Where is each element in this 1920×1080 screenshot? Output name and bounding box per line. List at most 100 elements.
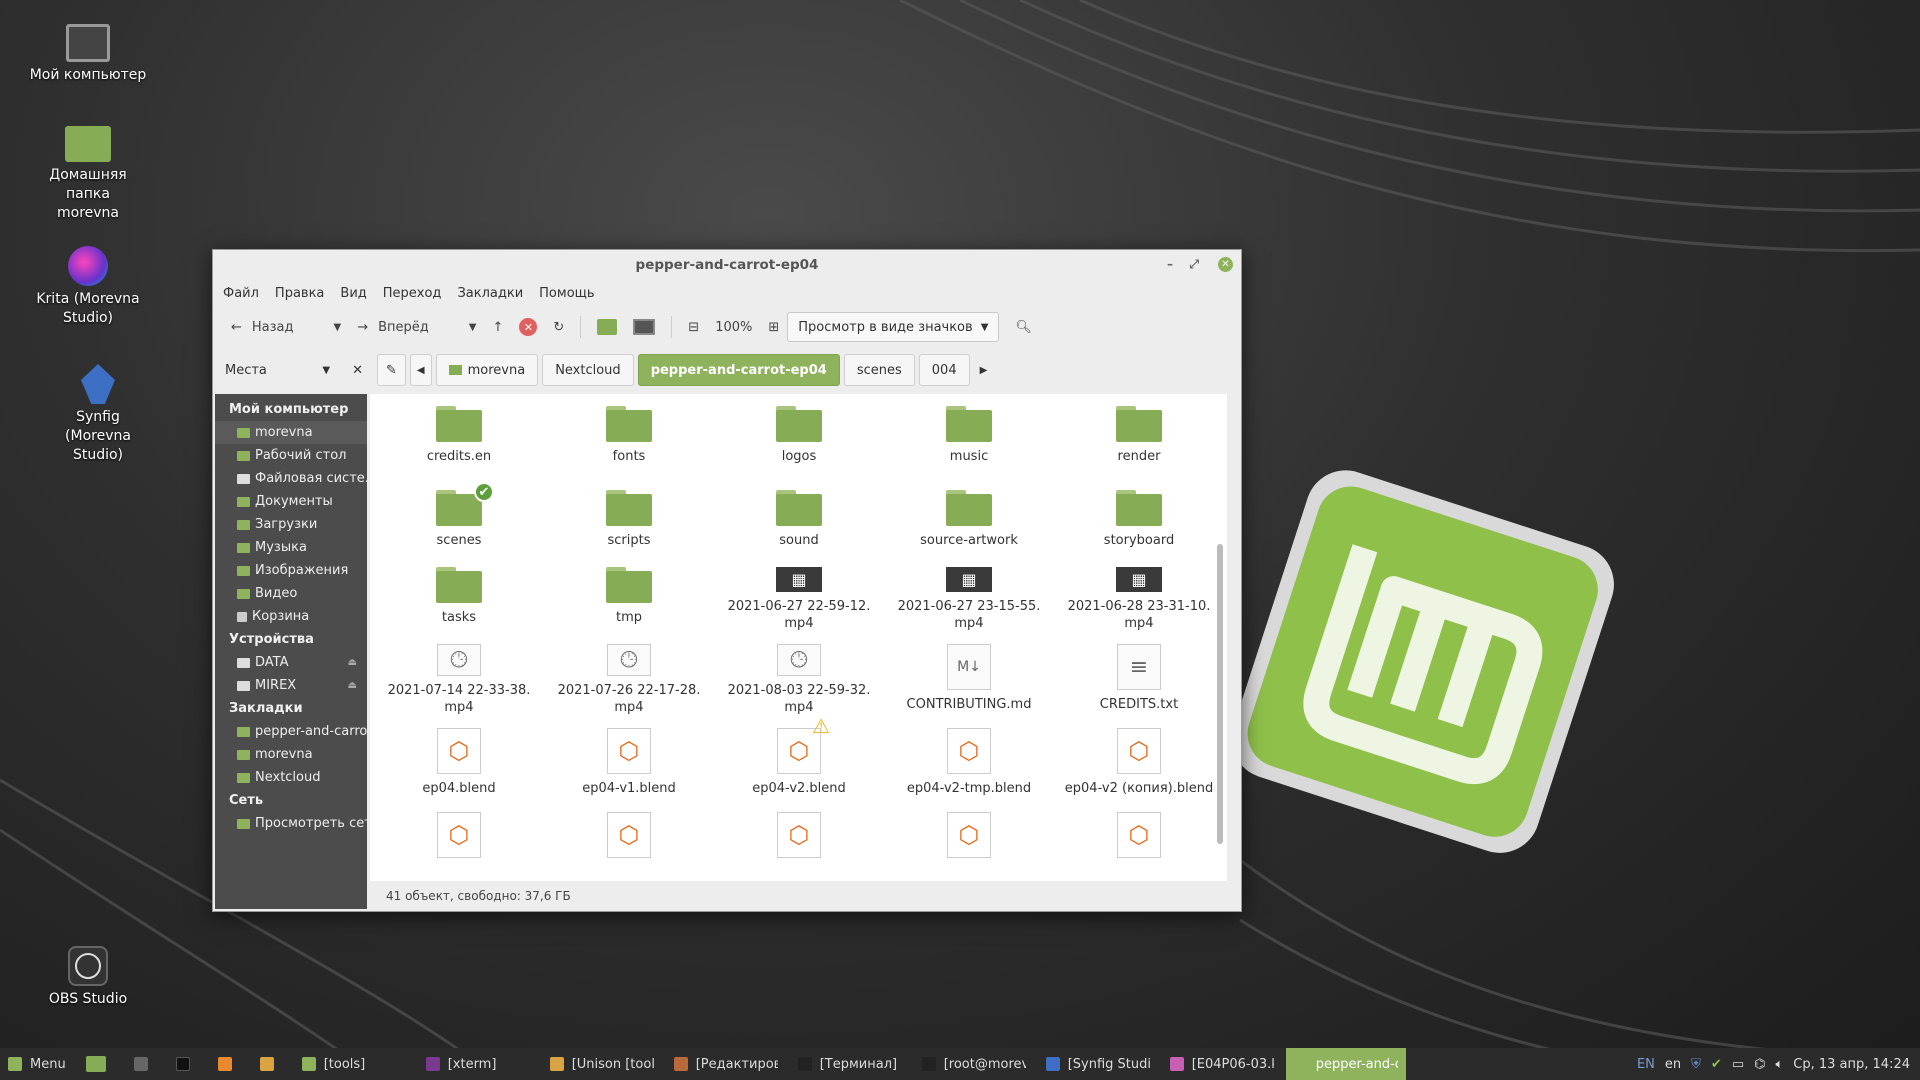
file-item[interactable]: M↓ CONTRIBUTING.md xyxy=(884,632,1054,716)
file-item[interactable]: 🕒︎ 2021-07-14 22-33-38. mp4 xyxy=(374,632,544,716)
file-item[interactable]: ⬡ xyxy=(714,800,884,881)
breadcrumb-004[interactable]: 004 xyxy=(918,354,970,386)
file-item[interactable]: tasks xyxy=(374,555,544,632)
shield-icon[interactable]: ⛨ xyxy=(1691,1057,1701,1072)
zoom-in-button[interactable]: ⊞ xyxy=(760,312,787,342)
launcher-unison[interactable] xyxy=(252,1048,290,1080)
keyboard-layout[interactable]: EN xyxy=(1637,1057,1655,1072)
sidebar-item-bookmark[interactable]: Nextcloud xyxy=(215,766,367,789)
file-item[interactable]: ⬡ xyxy=(374,800,544,881)
scrollbar[interactable] xyxy=(1217,544,1223,844)
file-item[interactable]: 🕒︎ 2021-08-03 22-59-32. mp4 xyxy=(714,632,884,716)
places-dropdown[interactable]: Места ▼ ✕ xyxy=(217,353,371,387)
launcher-terminal[interactable] xyxy=(168,1048,206,1080)
window-titlebar[interactable]: pepper-and-carrot-ep04 – ⤢ ✕ xyxy=(213,250,1241,280)
file-item[interactable]: source-artwork xyxy=(884,478,1054,555)
close-icon[interactable]: ✕ xyxy=(352,363,363,378)
stop-button[interactable]: ✕ xyxy=(511,312,545,342)
desktop-icon-synfig[interactable]: Synfig (Morevna Studio) xyxy=(28,364,168,465)
file-item[interactable]: ⬡ xyxy=(544,800,714,881)
menu-bookmarks[interactable]: Закладки xyxy=(457,286,523,301)
sidebar-item-desktop[interactable]: Рабочий стол xyxy=(215,444,367,467)
keyboard-layout-secondary[interactable]: en xyxy=(1665,1057,1681,1072)
desktop-icon-home[interactable]: Домашняя папка morevna xyxy=(18,126,158,223)
file-item[interactable]: ▦ 2021-06-27 23-15-55. mp4 xyxy=(884,555,1054,632)
sidebar-item-trash[interactable]: Корзина xyxy=(215,605,367,628)
up-button[interactable]: ↑ xyxy=(484,312,511,342)
launcher-app[interactable] xyxy=(210,1048,248,1080)
desktop-icon-computer[interactable]: Мой компьютер xyxy=(18,24,158,85)
breadcrumb-right-button[interactable]: ▶ xyxy=(974,354,994,386)
view-mode-select[interactable]: Просмотр в виде значков ▼ xyxy=(787,312,1000,342)
file-item[interactable]: scripts xyxy=(544,478,714,555)
sidebar-item-pictures[interactable]: Изображения xyxy=(215,559,367,582)
file-item[interactable]: ✔ scenes xyxy=(374,478,544,555)
menu-go[interactable]: Переход xyxy=(383,286,442,301)
launcher-desktop[interactable] xyxy=(126,1048,164,1080)
taskbar-window-button[interactable]: [root@morevnaproj... xyxy=(914,1048,1034,1080)
file-item[interactable]: 🕒︎ 2021-07-26 22-17-28. mp4 xyxy=(544,632,714,716)
taskbar-window-button[interactable]: [Synfig Studio] xyxy=(1038,1048,1158,1080)
file-item[interactable]: ⬡ ep04.blend xyxy=(374,716,544,800)
desktop-icon-krita[interactable]: Krita (Morevna Studio) xyxy=(18,246,158,328)
file-item[interactable]: storyboard xyxy=(1054,478,1224,555)
menu-view[interactable]: Вид xyxy=(340,286,366,301)
taskbar-window-button[interactable]: [xterm] xyxy=(418,1048,538,1080)
taskbar-window-button[interactable]: [Редактировать ст... xyxy=(666,1048,786,1080)
sidebar-item-morevna[interactable]: morevna xyxy=(215,421,367,444)
file-item[interactable]: ▦ 2021-06-28 23-31-10. mp4 xyxy=(1054,555,1224,632)
file-item[interactable]: ⬡ ep04-v1.blend xyxy=(544,716,714,800)
file-item[interactable]: tmp xyxy=(544,555,714,632)
taskbar-window-button[interactable]: [Unison [tools]] xyxy=(542,1048,662,1080)
file-item[interactable]: sound xyxy=(714,478,884,555)
sidebar-item-filesystem[interactable]: Файловая систе... xyxy=(215,467,367,490)
taskbar-window-button[interactable]: [Терминал] xyxy=(790,1048,910,1080)
eject-icon[interactable]: ⏏ xyxy=(348,680,357,691)
maximize-icon[interactable]: ⤢ xyxy=(1189,257,1199,272)
minimize-icon[interactable]: – xyxy=(1167,257,1173,271)
file-item[interactable]: ▦ 2021-06-27 22-59-12. mp4 xyxy=(714,555,884,632)
file-item[interactable]: ≡ CREDITS.txt xyxy=(1054,632,1224,716)
home-button[interactable] xyxy=(589,312,625,342)
file-item[interactable]: music xyxy=(884,394,1054,478)
menu-button[interactable]: Menu xyxy=(0,1048,74,1080)
file-item[interactable]: fonts xyxy=(544,394,714,478)
computer-button[interactable] xyxy=(625,312,663,342)
breadcrumb-morevna[interactable]: morevna xyxy=(435,354,539,386)
breadcrumb-left-button[interactable]: ◀ xyxy=(409,354,432,386)
check-icon[interactable]: ✔ xyxy=(1711,1057,1722,1072)
breadcrumb-current[interactable]: pepper-and-carrot-ep04 xyxy=(637,354,840,386)
zoom-out-button[interactable]: ⊟ xyxy=(680,312,707,342)
taskbar-window-button[interactable]: [tools] xyxy=(294,1048,414,1080)
taskbar-window-button[interactable]: [E04P06-03.kra (132... xyxy=(1162,1048,1282,1080)
launcher-files[interactable] xyxy=(78,1048,122,1080)
sidebar-item-data[interactable]: DATA ⏏ xyxy=(215,651,367,674)
file-item[interactable]: ⬡ ⚠ ep04-v2.blend xyxy=(714,716,884,800)
file-item[interactable]: ⬡ ep04-v2-tmp.blend xyxy=(884,716,1054,800)
sidebar-item-mirex[interactable]: MIREX ⏏ xyxy=(215,674,367,697)
forward-button[interactable]: → Вперёд ▼ xyxy=(349,312,484,342)
display-icon[interactable]: ▭ xyxy=(1732,1057,1744,1072)
file-grid-view[interactable]: credits.en fonts logos music render ✔ scenes sc… xyxy=(370,394,1227,881)
clock[interactable]: Ср, 13 апр, 14:24 xyxy=(1793,1057,1910,1072)
breadcrumb-scenes[interactable]: scenes xyxy=(843,354,915,386)
sidebar-item-bookmark[interactable]: morevna xyxy=(215,743,367,766)
sidebar-item-documents[interactable]: Документы xyxy=(215,490,367,513)
close-icon[interactable]: ✕ xyxy=(1218,257,1233,272)
file-item[interactable]: ⬡ ep04-v2 (копия).blend xyxy=(1054,716,1224,800)
sidebar-item-videos[interactable]: Видео xyxy=(215,582,367,605)
desktop-icon-obs[interactable]: OBS Studio xyxy=(18,946,158,1009)
volume-icon[interactable]: 🔈︎ xyxy=(1775,1057,1783,1072)
search-button[interactable]: 🔍︎ xyxy=(1007,312,1040,342)
taskbar-window-button[interactable]: pepper-and-carrot-e... xyxy=(1285,1048,1406,1080)
sidebar-item-bookmark[interactable]: pepper-and-carro... xyxy=(215,720,367,743)
sidebar-item-music[interactable]: Музыка xyxy=(215,536,367,559)
menu-help[interactable]: Помощь xyxy=(539,286,594,301)
file-item[interactable]: ⬡ xyxy=(884,800,1054,881)
breadcrumb-nextcloud[interactable]: Nextcloud xyxy=(542,354,634,386)
file-item[interactable]: credits.en xyxy=(374,394,544,478)
file-item[interactable]: logos xyxy=(714,394,884,478)
sidebar-item-network[interactable]: Просмотреть сеть xyxy=(215,812,367,835)
file-item[interactable]: ⬡ xyxy=(1054,800,1224,881)
file-item[interactable]: render xyxy=(1054,394,1224,478)
